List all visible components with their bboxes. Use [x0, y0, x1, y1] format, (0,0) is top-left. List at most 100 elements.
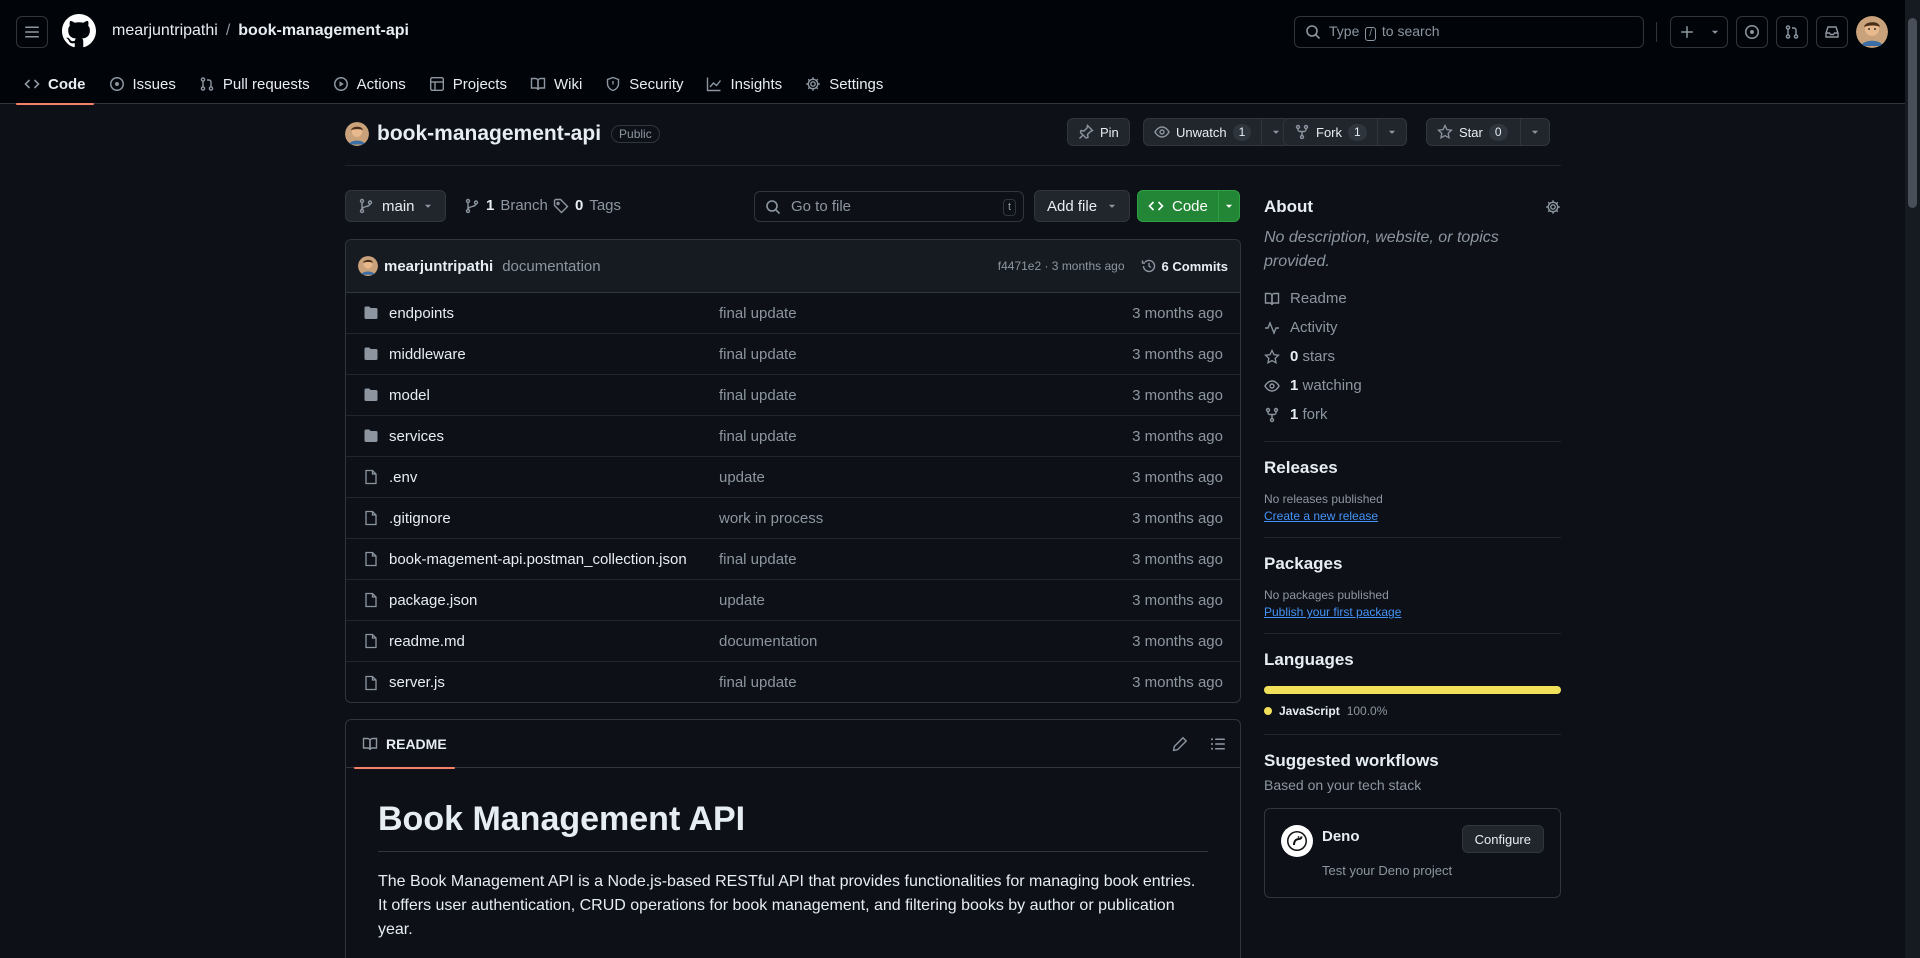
- page-scrollbar[interactable]: [1905, 0, 1920, 958]
- file-commit-message[interactable]: final update: [719, 674, 797, 691]
- file-list: endpoints final update 3 months ago midd…: [346, 293, 1240, 702]
- unwatch-button[interactable]: Unwatch 1: [1143, 118, 1292, 146]
- file-name[interactable]: server.js: [389, 674, 445, 691]
- file-row[interactable]: middleware final update 3 months ago: [346, 334, 1240, 375]
- readme-link[interactable]: Readme: [1264, 284, 1561, 313]
- stars-link[interactable]: 0 stars: [1264, 342, 1561, 371]
- file-row[interactable]: .env update 3 months ago: [346, 457, 1240, 498]
- commit-author[interactable]: mearjuntripathi: [384, 258, 493, 275]
- list-unordered-icon[interactable]: [1210, 736, 1226, 752]
- tab-projects-label: Projects: [452, 75, 507, 93]
- pin-button[interactable]: Pin: [1067, 118, 1130, 146]
- header-divider: [1656, 22, 1657, 42]
- fork-dropdown[interactable]: [1376, 119, 1406, 145]
- readme-tab-label: README: [386, 736, 447, 752]
- commits-link[interactable]: 6 Commits: [1141, 258, 1228, 274]
- inbox-button[interactable]: [1816, 16, 1848, 48]
- commit-message[interactable]: documentation: [502, 258, 600, 275]
- breadcrumb-owner[interactable]: mearjuntripathi: [112, 22, 218, 40]
- file-row[interactable]: model final update 3 months ago: [346, 375, 1240, 416]
- file-row[interactable]: .gitignore work in process 3 months ago: [346, 498, 1240, 539]
- file-row[interactable]: endpoints final update 3 months ago: [346, 293, 1240, 334]
- repo-nav: Code Issues Pull requests Actions Projec…: [16, 64, 898, 105]
- create-new-button[interactable]: [1670, 16, 1728, 48]
- forks-link[interactable]: 1 fork: [1264, 400, 1561, 429]
- file-name[interactable]: model: [389, 387, 430, 404]
- file-row[interactable]: book-magement-api.postman_collection.jso…: [346, 539, 1240, 580]
- language-item[interactable]: JavaScript 100.0%: [1264, 704, 1561, 718]
- pencil-icon[interactable]: [1172, 736, 1188, 752]
- tab-insights[interactable]: Insights: [698, 64, 790, 104]
- file-icon: [365, 633, 377, 649]
- releases-title[interactable]: Releases: [1264, 458, 1561, 478]
- tag-icon: [553, 198, 569, 213]
- tab-projects[interactable]: Projects: [421, 64, 515, 104]
- create-release-link[interactable]: Create a new release: [1264, 509, 1561, 523]
- tab-actions[interactable]: Actions: [325, 64, 414, 104]
- tab-code[interactable]: Code: [16, 64, 94, 105]
- tab-pull-requests[interactable]: Pull requests: [191, 64, 318, 104]
- code-dropdown[interactable]: [1217, 191, 1239, 221]
- search-input[interactable]: Type / to search: [1294, 16, 1644, 48]
- file-name[interactable]: services: [389, 428, 444, 445]
- file-name[interactable]: endpoints: [389, 305, 454, 322]
- file-commit-message[interactable]: final update: [719, 387, 797, 404]
- owner-avatar[interactable]: [345, 122, 369, 146]
- commit-hash-time[interactable]: f4471e2 · 3 months ago: [998, 259, 1125, 273]
- github-logo-icon[interactable]: [62, 14, 96, 48]
- commit-meta: f4471e2 · 3 months ago 6 Commits: [998, 258, 1228, 274]
- file-name[interactable]: .gitignore: [389, 510, 451, 527]
- fork-label: fork: [1302, 406, 1328, 423]
- branch-selector[interactable]: main: [345, 190, 446, 222]
- file-name[interactable]: book-magement-api.postman_collection.jso…: [389, 551, 687, 568]
- latest-commit-bar: mearjuntripathi documentation f4471e2 · …: [346, 240, 1240, 293]
- tab-issues[interactable]: Issues: [101, 64, 184, 104]
- go-to-file-input[interactable]: Go to file t: [754, 191, 1024, 222]
- fork-button[interactable]: Fork 1: [1283, 118, 1407, 146]
- file-name[interactable]: readme.md: [389, 633, 465, 650]
- file-row[interactable]: package.json update 3 months ago: [346, 580, 1240, 621]
- file-name[interactable]: package.json: [389, 592, 477, 609]
- file-commit-message[interactable]: final update: [719, 551, 797, 568]
- breadcrumb-repo[interactable]: book-management-api: [238, 22, 409, 40]
- configure-button[interactable]: Configure: [1461, 825, 1544, 853]
- publish-package-link[interactable]: Publish your first package: [1264, 605, 1561, 619]
- star-button[interactable]: Star 0: [1426, 118, 1550, 146]
- go-to-file-placeholder: Go to file: [791, 198, 852, 215]
- tab-settings[interactable]: Settings: [797, 64, 891, 104]
- file-row[interactable]: services final update 3 months ago: [346, 416, 1240, 457]
- user-avatar[interactable]: [1856, 16, 1888, 48]
- tags-link[interactable]: 0 Tags: [553, 197, 621, 214]
- file-commit-message[interactable]: update: [719, 592, 765, 609]
- triangle-down-icon: [1225, 204, 1233, 208]
- repo-name[interactable]: book-management-api: [377, 122, 601, 146]
- pull-requests-button[interactable]: [1776, 16, 1808, 48]
- folder-icon: [364, 429, 378, 442]
- add-file-button[interactable]: Add file: [1034, 190, 1131, 222]
- branches-link[interactable]: 1 Branch: [464, 197, 548, 214]
- gear-icon[interactable]: [1545, 199, 1561, 215]
- file-row[interactable]: readme.md documentation 3 months ago: [346, 621, 1240, 662]
- scrollbar-thumb[interactable]: [1908, 18, 1917, 208]
- file-commit-message[interactable]: documentation: [719, 633, 817, 650]
- sidebar: About No description, website, or topics…: [1264, 190, 1561, 898]
- issues-button[interactable]: [1736, 16, 1768, 48]
- code-button[interactable]: Code: [1137, 190, 1240, 222]
- file-name[interactable]: middleware: [389, 346, 466, 363]
- menu-button[interactable]: [16, 16, 48, 48]
- readme-tab[interactable]: README: [354, 720, 455, 769]
- file-commit-message[interactable]: final update: [719, 346, 797, 363]
- tab-wiki[interactable]: Wiki: [522, 64, 590, 104]
- tab-security[interactable]: Security: [597, 64, 691, 104]
- activity-link[interactable]: Activity: [1264, 313, 1561, 342]
- star-dropdown[interactable]: [1519, 119, 1549, 145]
- commit-author-avatar[interactable]: [358, 256, 378, 276]
- file-commit-message[interactable]: final update: [719, 305, 797, 322]
- packages-title[interactable]: Packages: [1264, 554, 1561, 574]
- file-row[interactable]: server.js final update 3 months ago: [346, 662, 1240, 702]
- file-commit-message[interactable]: final update: [719, 428, 797, 445]
- file-commit-message[interactable]: update: [719, 469, 765, 486]
- file-name[interactable]: .env: [389, 469, 417, 486]
- file-commit-message[interactable]: work in process: [719, 510, 823, 527]
- watching-link[interactable]: 1 watching: [1264, 371, 1561, 400]
